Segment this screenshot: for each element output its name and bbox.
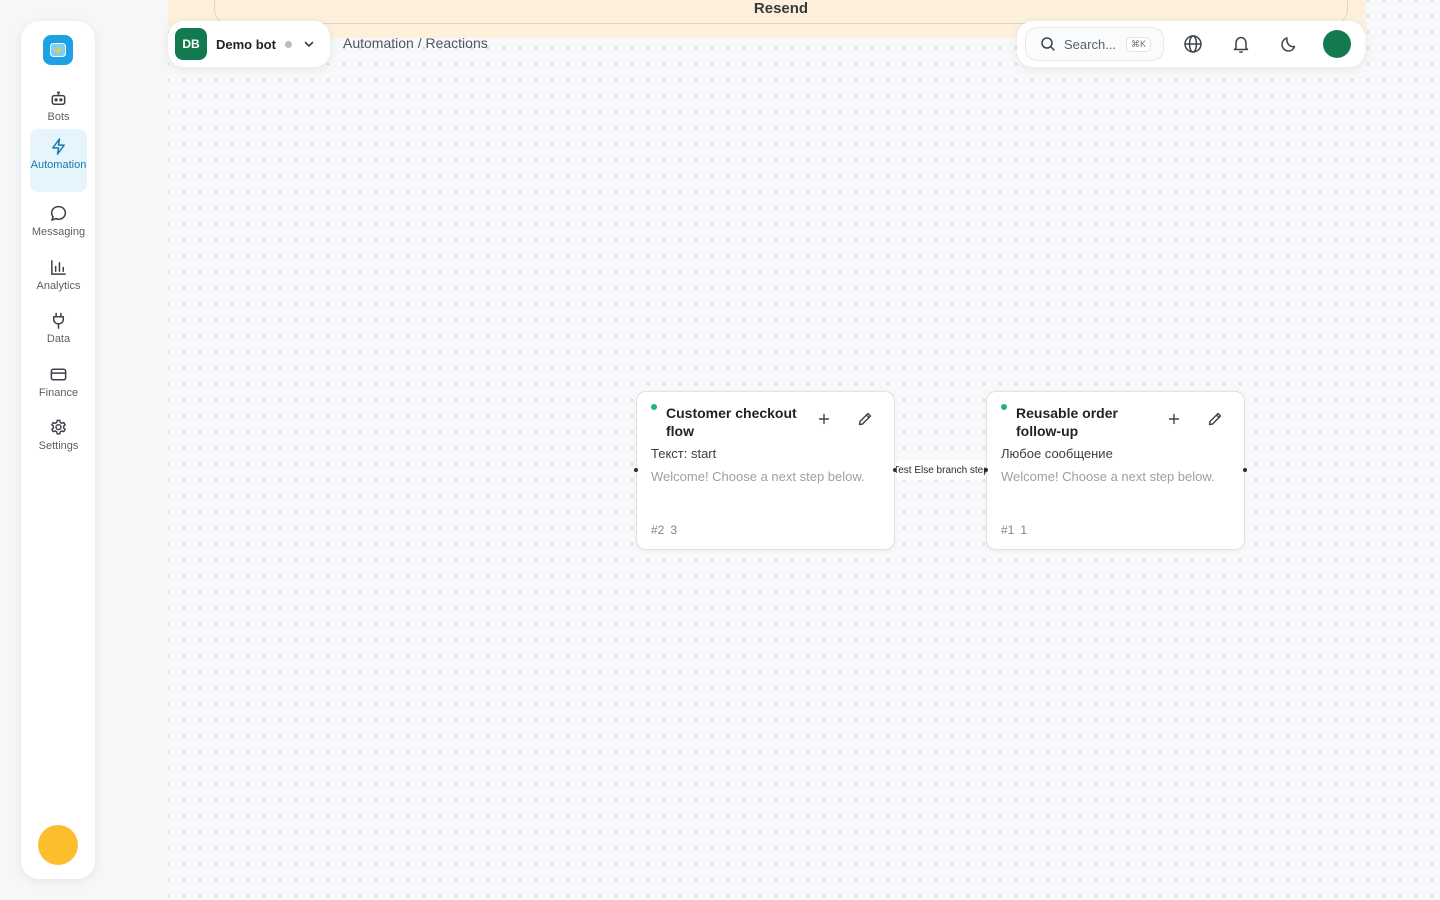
bot-status-dot bbox=[284, 40, 292, 48]
sidebar-item-analytics[interactable]: Analytics bbox=[30, 250, 87, 298]
search-icon bbox=[1041, 37, 1055, 51]
breadcrumb: Automation / Reactions bbox=[343, 35, 488, 51]
bot-name: Demo bot bbox=[216, 36, 276, 52]
chat-bubble-icon bbox=[50, 205, 67, 221]
add-step-icon[interactable] bbox=[1167, 412, 1181, 426]
flow-node-followup[interactable]: Reusable order follow-up Любое сообщение… bbox=[986, 391, 1245, 550]
sidebar-item-label: Data bbox=[46, 333, 71, 345]
app-logo-icon[interactable] bbox=[43, 35, 73, 65]
plug-icon bbox=[52, 312, 65, 329]
node-input-handle[interactable] bbox=[634, 468, 638, 472]
search-shortcut: ⌘K bbox=[1126, 36, 1152, 52]
logo-glyph-icon bbox=[50, 43, 66, 57]
gear-icon bbox=[51, 419, 66, 435]
node-input-handle[interactable] bbox=[984, 468, 988, 472]
resend-label: Resend bbox=[753, 0, 809, 17]
header-toolbar: Search... ⌘K bbox=[1017, 21, 1365, 67]
node-status-dot bbox=[1001, 404, 1007, 410]
sidebar-item-data[interactable]: Data bbox=[30, 303, 87, 351]
node-trigger: Любое сообщение bbox=[1001, 446, 1113, 461]
sidebar-item-label: Bots bbox=[47, 111, 70, 123]
node-id: #1 bbox=[1001, 523, 1015, 537]
globe-icon[interactable] bbox=[1183, 34, 1203, 54]
sidebar-item-label: Messaging bbox=[31, 226, 86, 238]
sidebar: Bots Automation Messaging Analytics Data bbox=[21, 21, 95, 879]
bot-avatar: DB bbox=[175, 28, 207, 60]
node-count: 1 bbox=[1020, 523, 1028, 537]
sidebar-item-label: Analytics bbox=[36, 280, 81, 292]
robot-icon bbox=[51, 91, 66, 105]
edit-pencil-icon[interactable] bbox=[1207, 411, 1223, 427]
node-message: Welcome! Choose a next step below. bbox=[1001, 469, 1215, 484]
user-avatar[interactable] bbox=[38, 825, 78, 865]
bot-selector[interactable]: DB Demo bot bbox=[168, 21, 330, 67]
node-footer: #1 1 bbox=[1001, 523, 1027, 537]
search-placeholder: Search... bbox=[1064, 36, 1117, 52]
sidebar-item-label: Finance bbox=[38, 387, 79, 399]
edge-label[interactable]: Test Else branch step bbox=[896, 460, 986, 480]
profile-avatar[interactable] bbox=[1323, 30, 1351, 58]
flow-node-checkout[interactable]: Customer checkout flow Текст: start Welc… bbox=[636, 391, 895, 550]
moon-icon[interactable] bbox=[1279, 34, 1299, 54]
credit-card-icon bbox=[50, 368, 67, 381]
add-step-icon[interactable] bbox=[817, 412, 831, 426]
lightning-icon bbox=[52, 138, 65, 155]
sidebar-item-messaging[interactable]: Messaging bbox=[30, 196, 87, 244]
edit-pencil-icon[interactable] bbox=[857, 411, 873, 427]
node-title: Reusable order follow-up bbox=[1016, 405, 1118, 439]
sidebar-item-finance[interactable]: Finance bbox=[30, 357, 87, 405]
node-trigger: Текст: start bbox=[651, 446, 717, 461]
node-output-handle[interactable] bbox=[1243, 468, 1247, 472]
node-title: Customer checkout flow bbox=[666, 405, 797, 439]
sidebar-item-label: Settings bbox=[38, 440, 79, 452]
node-id: #2 bbox=[651, 523, 665, 537]
sidebar-item-bots[interactable]: Bots bbox=[30, 81, 87, 129]
node-footer: #2 3 bbox=[651, 523, 677, 537]
node-status-dot bbox=[651, 404, 657, 410]
bell-icon[interactable] bbox=[1231, 34, 1251, 54]
sidebar-item-settings[interactable]: Settings bbox=[30, 410, 87, 458]
node-count: 3 bbox=[670, 523, 678, 537]
chevron-down-icon bbox=[304, 41, 314, 47]
node-message: Welcome! Choose a next step below. bbox=[651, 469, 865, 484]
sidebar-item-automation[interactable]: Automation bbox=[30, 129, 87, 192]
edge-label-text: Test Else branch step bbox=[896, 464, 986, 476]
bar-chart-icon bbox=[51, 260, 66, 275]
search-input[interactable]: Search... ⌘K bbox=[1025, 27, 1164, 61]
sidebar-item-label: Automation bbox=[30, 159, 87, 171]
